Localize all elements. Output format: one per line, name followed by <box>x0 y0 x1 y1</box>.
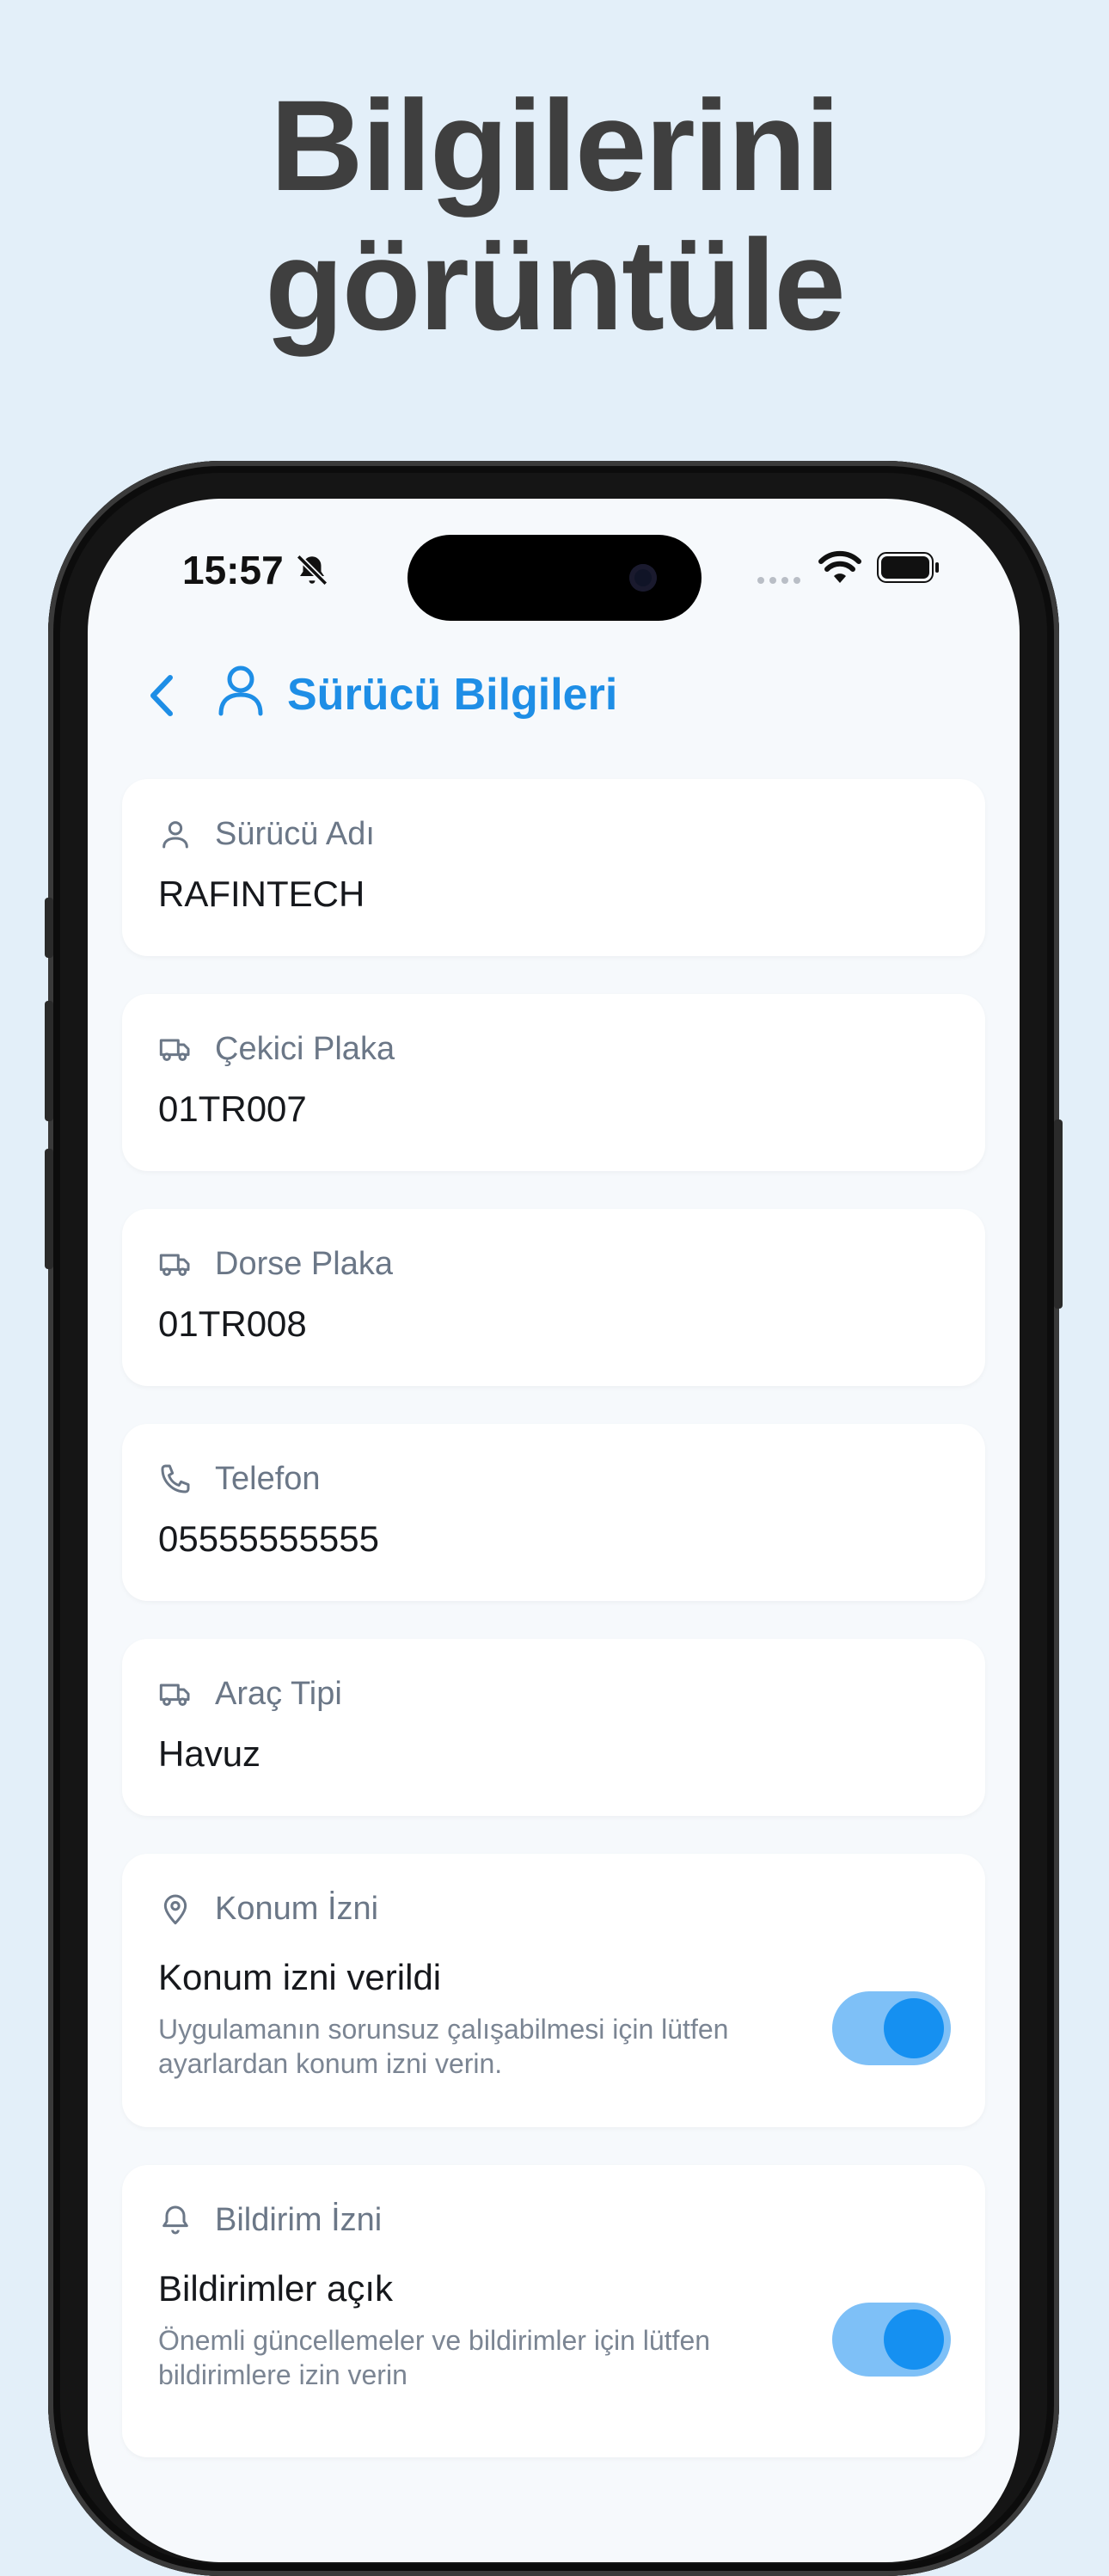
permission-card-notifications: Bildirim İzni Bildirimler açık Önemli gü… <box>122 2165 985 2457</box>
side-button-action <box>45 898 53 958</box>
dynamic-island <box>407 535 702 621</box>
side-button-power <box>1054 1119 1063 1309</box>
signal-icon <box>757 577 800 584</box>
chevron-left-icon[interactable] <box>139 667 182 724</box>
bell-slash-icon <box>296 554 328 586</box>
headline-line-1: Bilgilerini <box>270 73 840 218</box>
status-time: 15:57 <box>182 548 284 592</box>
truck-icon <box>159 1254 190 1276</box>
field-card-phone: Telefon 05555555555 <box>122 1424 985 1601</box>
field-value: 05555555555 <box>158 1518 379 1559</box>
toggle-knob <box>884 2309 944 2370</box>
field-label: Araç Tipi <box>215 1676 342 1712</box>
side-button-volume-up <box>45 1001 53 1121</box>
user-icon <box>218 665 263 716</box>
location-permission-toggle[interactable] <box>832 1991 951 2065</box>
field-label: Dorse Plaka <box>215 1246 393 1282</box>
field-label: Sürücü Adı <box>215 816 375 852</box>
permission-label: Bildirim İzni <box>215 2202 383 2238</box>
battery-icon <box>877 552 939 583</box>
truck-icon <box>159 1684 190 1706</box>
headline: Bilgilerini görüntüle <box>0 76 1109 354</box>
side-button-volume-down <box>45 1149 53 1269</box>
permission-card-location: Konum İzni Konum izni verildi Uygulamanı… <box>122 1854 985 2127</box>
permission-description: Uygulamanın sorunsuz çalışabilmesi için … <box>158 2014 729 2079</box>
field-label: Çekici Plaka <box>215 1031 395 1067</box>
user-icon <box>162 821 188 849</box>
phone-screen: 15:57 Sürücü Bilgileri Sürücü Adı RAFINT… <box>88 499 1020 2562</box>
truck-icon <box>159 1039 190 1061</box>
wifi-icon <box>818 550 861 583</box>
bell-icon <box>162 2205 188 2235</box>
field-value: RAFINTECH <box>158 874 365 914</box>
field-card-trailer-plate: Dorse Plaka 01TR008 <box>122 1209 985 1386</box>
toggle-knob <box>884 1998 944 2058</box>
field-card-tractor-plate: Çekici Plaka 01TR007 <box>122 994 985 1171</box>
map-pin-icon <box>163 1894 187 1925</box>
field-card-vehicle-type: Araç Tipi Havuz <box>122 1639 985 1816</box>
field-value: Havuz <box>158 1733 261 1774</box>
page-title: Sürücü Bilgileri <box>287 670 618 720</box>
phone-icon <box>161 1464 190 1493</box>
field-card-driver-name: Sürücü Adı RAFINTECH <box>122 779 985 956</box>
permission-description: Önemli güncellemeler ve bildirimler için… <box>158 2325 711 2390</box>
permission-label: Konum İzni <box>215 1891 379 1927</box>
permission-title: Konum izni verildi <box>158 1957 442 1997</box>
notification-permission-toggle[interactable] <box>832 2303 951 2377</box>
phone-frame: 15:57 Sürücü Bilgileri Sürücü Adı RAFINT… <box>45 461 1063 2576</box>
field-value: 01TR007 <box>158 1089 307 1129</box>
field-value: 01TR008 <box>158 1303 307 1344</box>
headline-line-2: görüntüle <box>265 212 846 357</box>
camera-icon <box>629 564 657 592</box>
permission-title: Bildirimler açık <box>158 2268 394 2309</box>
field-label: Telefon <box>215 1461 321 1497</box>
